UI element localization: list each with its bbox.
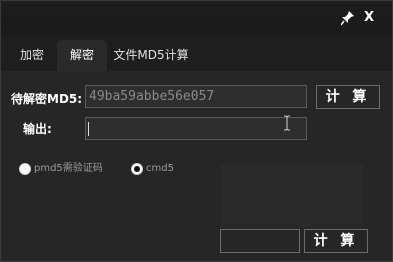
radio-pmd5-label: pmd5需验证码	[34, 163, 103, 174]
tab-file-md5[interactable]: 文件MD5计算	[108, 40, 194, 71]
radio-cmd5-label: cmd5	[146, 163, 174, 174]
close-button[interactable]: X	[362, 10, 376, 26]
text-caret	[88, 122, 89, 136]
pin-icon[interactable]	[340, 10, 355, 26]
tab-decrypt[interactable]: 解密	[57, 40, 107, 71]
app-window: X 加密 解密 文件MD5计算 待解密MD5: 49ba59abbe56e057…	[0, 0, 393, 262]
md5-label: 待解密MD5:	[11, 92, 83, 106]
output-field[interactable]	[85, 117, 307, 140]
tab-encrypt[interactable]: 加密	[7, 40, 57, 71]
captcha-compute-button[interactable]: 计 算	[304, 229, 368, 253]
title-bar: X	[1, 1, 392, 35]
radio-pmd5-dot[interactable]	[19, 163, 31, 175]
decrypt-panel: 待解密MD5: 49ba59abbe56e057 计 算 输出: pmd5需验证…	[1, 71, 392, 261]
captcha-area	[221, 165, 363, 227]
ibeam-cursor-icon	[283, 115, 291, 131]
tab-bar: 加密 解密 文件MD5计算	[1, 35, 392, 71]
radio-cmd5-dot[interactable]	[131, 163, 143, 175]
compute-button[interactable]: 计 算	[316, 85, 380, 109]
md5-input[interactable]: 49ba59abbe56e057	[85, 85, 307, 108]
captcha-input[interactable]	[220, 229, 300, 253]
output-label: 输出:	[23, 122, 52, 136]
